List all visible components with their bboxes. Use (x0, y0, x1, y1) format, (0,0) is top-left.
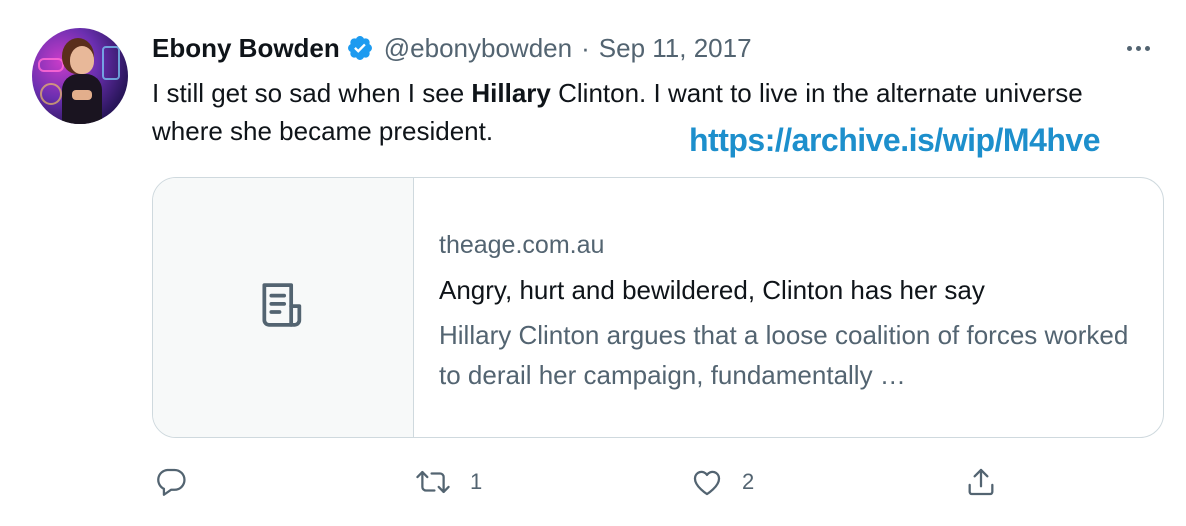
share-button[interactable] (964, 462, 998, 502)
author-handle[interactable]: @ebonybowden (384, 33, 572, 64)
card-body: theage.com.au Angry, hurt and bewildered… (414, 178, 1163, 437)
author-name[interactable]: Ebony Bowden (152, 33, 340, 64)
card-description: Hillary Clinton argues that a loose coal… (439, 320, 1129, 390)
avatar-person (70, 46, 94, 74)
avatar-person (72, 90, 92, 100)
retweet-count: 1 (470, 469, 483, 494)
tweet-actions: 1 2 (152, 462, 1012, 502)
like-count: 2 (742, 469, 755, 494)
like-button[interactable]: 2 (690, 462, 754, 502)
avatar[interactable] (32, 28, 128, 124)
archive-link-overlay[interactable]: https://archive.is/wip/M4hve (689, 122, 1101, 159)
avatar-neon-decor (40, 83, 62, 105)
reply-icon (154, 465, 188, 499)
separator-dot: · (581, 32, 590, 63)
heart-icon (690, 465, 724, 499)
document-icon (255, 277, 311, 338)
avatar-neon-decor (38, 58, 64, 72)
card-domain: theage.com.au (439, 231, 605, 259)
card-title: Angry, hurt and bewildered, Clinton has … (439, 275, 985, 305)
tweet-date[interactable]: Sep 11, 2017 (599, 33, 752, 64)
retweet-icon (414, 465, 452, 499)
tweet-text-part: I still get so sad when I see (152, 78, 472, 108)
link-preview-card[interactable]: theage.com.au Angry, hurt and bewildered… (152, 177, 1164, 438)
reply-button[interactable] (154, 462, 188, 502)
share-icon (964, 465, 998, 499)
verified-badge-icon (346, 34, 374, 62)
retweet-button[interactable]: 1 (414, 462, 482, 502)
tweet-text-bold: Hillary (471, 78, 551, 108)
card-thumbnail (153, 178, 414, 437)
tweet[interactable]: Ebony Bowden @ebonybowden · Sep 11, 2017… (0, 0, 1186, 526)
tweet-header: Ebony Bowden @ebonybowden · Sep 11, 2017 (152, 30, 752, 66)
more-options-icon[interactable] (1120, 34, 1156, 62)
avatar-neon-decor (102, 46, 120, 80)
